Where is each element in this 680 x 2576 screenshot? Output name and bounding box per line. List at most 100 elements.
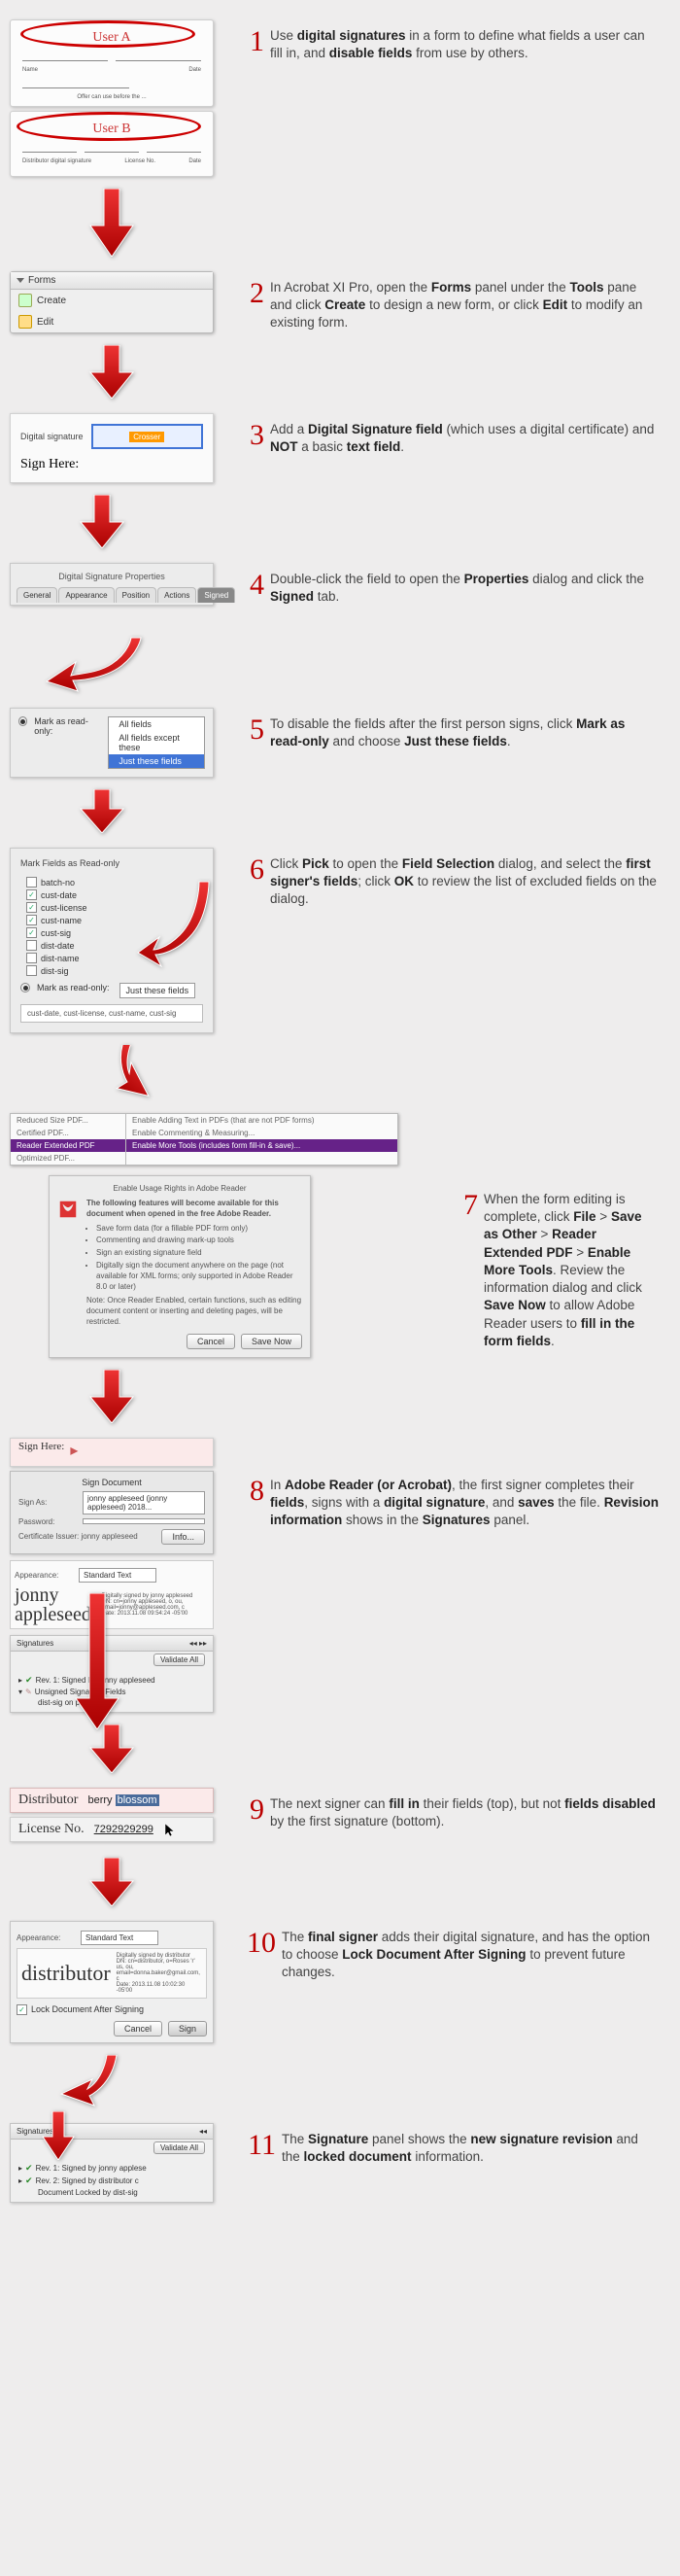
user-a-label: User A [22,30,201,46]
validate-all-button-2[interactable]: Validate All [153,2141,205,2154]
menu-enable-text[interactable]: Enable Adding Text in PDFs (that are not… [126,1114,397,1127]
enable-usage-dialog: Enable Usage Rights in Adobe Reader The … [49,1175,311,1358]
appearance-select[interactable]: Standard Text [79,1568,156,1583]
field-check-row[interactable]: cust-sig [20,926,203,939]
step-11-text: The Signature panel shows the new signat… [282,2131,659,2166]
sign-as-select[interactable]: jonny appleseed (jonny appleseed) 2018..… [83,1491,205,1514]
password-input[interactable] [83,1518,205,1524]
step-3-text: Add a Digital Signature field (which use… [270,421,659,456]
arrow-down-1 [68,189,155,260]
field-check-row[interactable]: cust-name [20,914,203,926]
menu-enable-more-tools[interactable]: Enable More Tools (includes form fill-in… [126,1139,397,1152]
validate-all-button[interactable]: Validate All [153,1654,205,1666]
tree-rev-2[interactable]: ▸✔Rev. 2: Signed by distributor c [18,2175,205,2187]
tab-appearance[interactable]: Appearance [58,587,114,603]
checkbox[interactable] [26,953,37,963]
user-b-label: User B [22,122,201,137]
field-check-row[interactable]: batch-no [20,876,203,888]
step-7-text: When the form editing is complete, click… [484,1191,659,1350]
final-sig-meta: Digitally signed by distributor DN: cn=d… [117,1953,202,1994]
step-2-number: 2 [233,279,264,308]
lock-label: Lock Document After Signing [31,2004,144,2014]
arrow-down-6 [87,1045,175,1101]
readonly-dropdown-value[interactable]: Just these fields [119,983,196,998]
signature-field-preview: Digital signature Crosser Sign Here: [10,413,214,483]
menu-reduced[interactable]: Reduced Size PDF... [11,1114,125,1127]
step-3-number: 3 [233,421,264,450]
field-check-row[interactable]: cust-license [20,901,203,914]
checkbox[interactable] [26,889,37,900]
checkbox[interactable] [26,915,37,925]
distributor-field[interactable]: Distributor berry blossom [10,1788,214,1813]
mark-readonly-panel: Mark as read-only: All fields All fields… [10,708,214,778]
checkbox[interactable] [26,927,37,938]
tree-rev-1[interactable]: ▸✔Rev. 1: Signed by jonny appleseed [18,1674,205,1687]
save-now-button[interactable]: Save Now [241,1334,302,1349]
opt-all-fields[interactable]: All fields [109,717,204,731]
cancel-button[interactable]: Cancel [187,1334,235,1349]
opt-all-except[interactable]: All fields except these [109,731,204,754]
radio-mark-readonly[interactable] [18,716,27,726]
checkbox[interactable] [26,965,37,976]
step-10-number: 10 [233,1929,276,1958]
license-field: License No. 7292929299 [10,1817,214,1842]
sign-here-strip[interactable]: Sign Here: ▸ [10,1438,214,1467]
sign-button[interactable]: Sign [168,2021,207,2036]
check-icon: ✔ [25,1675,33,1686]
tree-rev-1b[interactable]: ▸✔Rev. 1: Signed by jonny applese [18,2162,205,2175]
signature-preview-meta: Digitally signed by jonny appleseed DN: … [102,1593,209,1617]
menu-enable-commenting[interactable]: Enable Commenting & Measuring... [126,1127,397,1139]
field-check-row[interactable]: dist-sig [20,964,203,977]
step-4-text: Double-click the field to open the Prope… [270,571,659,606]
tab-actions[interactable]: Actions [157,587,196,603]
menu-certified[interactable]: Certified PDF... [11,1127,125,1139]
field-check-label: cust-date [41,890,77,900]
arrow-down-10 [49,2055,136,2111]
lock-checkbox[interactable] [17,2004,27,2015]
tree-locked: Document Locked by dist-sig [38,2187,205,2198]
opt-just-these[interactable]: Just these fields [109,754,204,768]
signature-field-box[interactable]: Crosser [91,424,203,449]
create-button[interactable]: Create [11,290,213,311]
appearance-panel: Appearance:Standard Text jonny appleseed… [10,1560,214,1629]
field-check-row[interactable]: dist-date [20,939,203,952]
field-check-row[interactable]: cust-date [20,888,203,901]
checkbox[interactable] [26,940,37,951]
cancel-button-2[interactable]: Cancel [114,2021,162,2036]
step-8-text: In Adobe Reader (or Acrobat), the first … [270,1477,659,1530]
radio-readonly-2[interactable] [20,983,30,992]
tab-general[interactable]: General [17,587,57,603]
tab-position[interactable]: Position [116,587,156,603]
readonly-dropdown[interactable]: All fields All fields except these Just … [108,716,205,769]
appearance-select-2[interactable]: Standard Text [81,1931,158,1945]
edit-icon [18,315,32,329]
step-6-number: 6 [233,855,264,885]
step-11-number: 11 [233,2131,276,2160]
create-icon [18,294,32,307]
form-preview-user-b: User B Distributor digital signatureLice… [10,111,214,177]
properties-title: Digital Signature Properties [17,572,207,581]
mark-readonly-label: Mark as read-only: [34,716,100,736]
check-icon: ✔ [25,2163,33,2174]
info-button[interactable]: Info... [161,1529,205,1545]
checkbox[interactable] [26,902,37,913]
menu-optimized[interactable]: Optimized PDF... [11,1152,125,1165]
field-check-label: dist-name [41,954,80,963]
signatures-panel: Signatures◂◂ ▸▸ Validate All ▸✔Rev. 1: S… [10,1635,214,1713]
step-1-number: 1 [233,27,264,56]
menu-reader-extended[interactable]: Reader Extended PDF [11,1139,125,1152]
checkbox[interactable] [26,877,37,888]
enable-usage-title: Enable Usage Rights in Adobe Reader [57,1184,302,1193]
step-2-text: In Acrobat XI Pro, open the Forms panel … [270,279,659,332]
tree-unsigned[interactable]: ▾✎Unsigned Signature Fields [18,1687,205,1697]
selected-fields-output: cust-date, cust-license, cust-name, cust… [20,1004,203,1023]
field-check-row[interactable]: dist-name [20,952,203,964]
tab-signed[interactable]: Signed [197,587,235,603]
field-check-label: cust-license [41,903,87,913]
properties-dialog: Digital Signature Properties General App… [10,563,214,606]
forms-panel-header[interactable]: Forms [11,272,213,290]
field-check-label: batch-no [41,878,75,888]
sign-here-label: Sign Here: [20,457,203,472]
edit-button[interactable]: Edit [11,311,213,332]
tree-dist-sig[interactable]: dist-sig on page 1 [38,1697,205,1708]
